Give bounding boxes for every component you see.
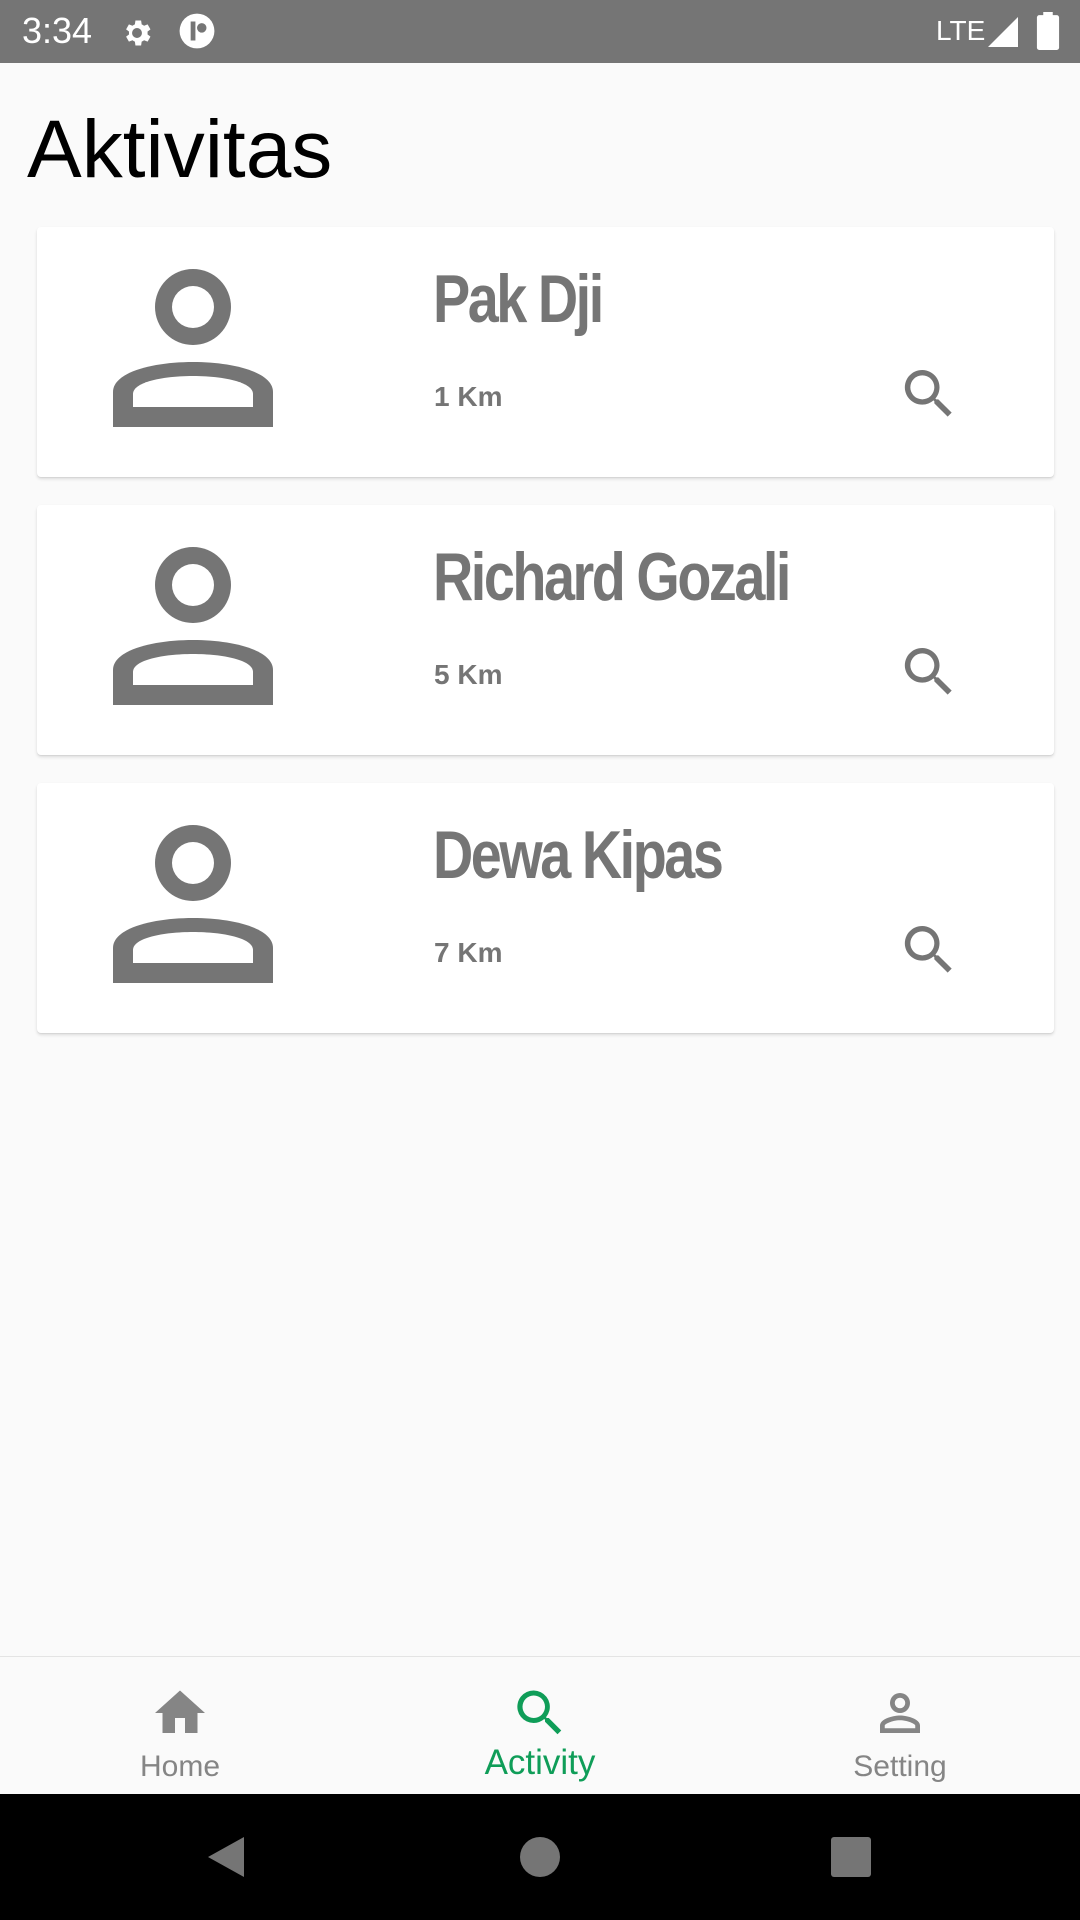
activity-card[interactable]: Richard Gozali 5 Km [37, 505, 1054, 755]
status-time: 3:34 [22, 10, 93, 51]
person-icon [113, 547, 273, 705]
network-type: LTE [936, 15, 986, 46]
page-title: Aktivitas [27, 104, 333, 195]
activity-distance: 5 Km [434, 659, 503, 690]
activity-name: Dewa Kipas [433, 817, 724, 893]
nav-label-activity: Activity [484, 1743, 596, 1782]
home-icon [155, 1690, 205, 1733]
app-notification-icon [179, 13, 215, 49]
search-icon[interactable] [897, 362, 961, 426]
nav-label-setting: Setting [853, 1750, 947, 1783]
nav-item-home[interactable]: Home [0, 1657, 360, 1795]
search-icon[interactable] [897, 918, 961, 982]
nav-item-setting[interactable]: Setting [720, 1657, 1080, 1795]
activity-name: Pak Dji [433, 261, 604, 337]
activity-distance: 1 Km [434, 381, 503, 412]
person-icon [880, 1693, 920, 1733]
activity-name: Richard Gozali [433, 539, 791, 615]
bottom-navigation: Home Activity Setting [0, 1656, 1080, 1795]
activity-card[interactable]: Pak Dji 1 Km [37, 227, 1054, 477]
person-icon [113, 825, 273, 983]
signal-icon [988, 17, 1018, 47]
search-icon [517, 1690, 562, 1735]
battery-icon [1036, 12, 1060, 50]
nav-item-activity[interactable]: Activity [360, 1657, 720, 1795]
search-icon[interactable] [897, 640, 961, 704]
back-icon[interactable] [196, 1827, 256, 1887]
activity-distance: 7 Km [434, 937, 503, 968]
person-icon [113, 269, 273, 427]
activity-card[interactable]: Dewa Kipas 7 Km [37, 783, 1054, 1033]
settings-gear-icon [126, 20, 151, 46]
home-circle-icon[interactable] [510, 1827, 570, 1887]
recents-icon[interactable] [821, 1827, 881, 1887]
system-navigation-bar [0, 1794, 1080, 1920]
status-bar: 3:34 LTE [0, 0, 1080, 63]
activity-list: Pak Dji 1 Km Richard Gozali 5 Km Dewa Ki… [37, 227, 1054, 1061]
nav-label-home: Home [139, 1750, 221, 1783]
